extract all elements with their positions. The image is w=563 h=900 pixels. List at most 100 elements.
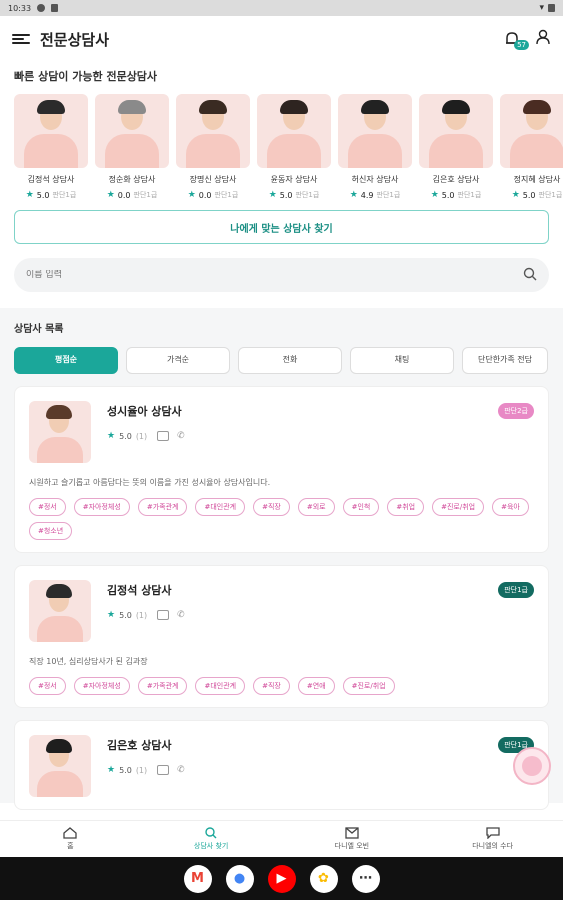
quick-counselor-card[interactable]: 허신자 상담사 ★ 4.9 판단1급 bbox=[338, 94, 412, 208]
counselor-list-title: 상담사 목록 bbox=[14, 324, 64, 335]
system-dock: M ● ▶ ✿ ⋯ bbox=[0, 857, 563, 900]
nav-daniel-talk[interactable]: 다니엘의 수다 bbox=[422, 821, 563, 857]
topic-tag[interactable]: #자아정체성 bbox=[73, 498, 130, 516]
topic-tag[interactable]: #직장 bbox=[253, 498, 290, 516]
topic-tag[interactable]: #대인관계 bbox=[195, 498, 246, 516]
counselor-rating: 0.0 bbox=[198, 190, 212, 200]
counselor-rating: 5.0 bbox=[279, 190, 293, 200]
sort-tab[interactable]: 채팅 bbox=[350, 347, 454, 374]
quick-counselor-card[interactable]: 정지혜 상담사 ★ 5.0 판단1급 bbox=[500, 94, 563, 208]
counselor-meta: ★ 5.0 (1) ✆ bbox=[107, 610, 185, 620]
topic-tag[interactable]: #정서 bbox=[29, 677, 66, 695]
counselor-photo bbox=[14, 94, 88, 168]
counselor-rating: 5.0 bbox=[522, 190, 536, 200]
quick-counselor-card[interactable]: 정순화 상담사 ★ 0.0 판단1급 bbox=[95, 94, 169, 208]
counselor-rating-row: ★ 5.0 판단1급 bbox=[431, 190, 482, 200]
quick-counselor-card[interactable]: 윤동자 상담사 ★ 5.0 판단1급 bbox=[257, 94, 331, 208]
star-icon: ★ bbox=[107, 765, 116, 775]
chat-icon bbox=[485, 827, 500, 839]
mascot-icon bbox=[522, 756, 542, 776]
bottom-nav: 홈 상담사 찾기 다니엘 오빈 다니엘의 수다 bbox=[0, 820, 563, 857]
sort-tab[interactable]: 가격순 bbox=[126, 347, 230, 374]
apps-icon[interactable]: ⋯ bbox=[351, 864, 380, 893]
chatbot-floating-button[interactable] bbox=[513, 747, 551, 785]
counselor-description: 직장 10년, 심리상담사가 된 김과장 bbox=[29, 657, 148, 666]
youtube-icon[interactable]: ▶ bbox=[267, 864, 296, 893]
wifi-icon: ▾ bbox=[539, 3, 544, 13]
topic-tag[interactable]: #직장 bbox=[253, 677, 290, 695]
topic-tag[interactable]: #가족관계 bbox=[137, 498, 188, 516]
gmail-icon[interactable]: M bbox=[183, 864, 212, 893]
quick-counselor-title: 빠른 상담이 가능한 전문상담사 bbox=[14, 70, 158, 83]
topic-tags: #정서 #자아정체성 #가족관계 #대인관계 #직장 #외로 #인척 #취업 #진로/취업 #육아… bbox=[29, 498, 534, 540]
photos-icon[interactable]: ✿ bbox=[309, 864, 338, 893]
counselor-name: 김은호 상담사 bbox=[107, 739, 172, 752]
quick-counselor-card[interactable]: 김정석 상담사 ★ 5.0 판단1급 bbox=[14, 94, 88, 208]
counselor-grade: 판단1급 bbox=[295, 191, 320, 199]
star-icon: ★ bbox=[25, 190, 34, 200]
nav-talk-label: 다니엘의 수다 bbox=[472, 842, 514, 850]
nav-find-label: 상담사 찾기 bbox=[193, 842, 229, 850]
phone-icon: ✆ bbox=[177, 765, 185, 775]
sort-tab[interactable]: 전화 bbox=[238, 347, 342, 374]
topic-tag[interactable]: #대인관계 bbox=[195, 677, 246, 695]
find-counselor-button[interactable]: 나에게 맞는 상담사 찾기 bbox=[14, 210, 549, 244]
counselor-name: 윤동자 상담사 bbox=[270, 175, 318, 184]
topic-tag[interactable]: #가족관계 bbox=[137, 677, 188, 695]
counselor-photo bbox=[500, 94, 563, 168]
search-icon[interactable] bbox=[523, 266, 537, 285]
quick-counselor-card[interactable]: 김은호 상담사 ★ 5.0 판단1급 bbox=[419, 94, 493, 208]
nav-find-counselor[interactable]: 상담사 찾기 bbox=[141, 821, 282, 857]
topic-tag[interactable]: #연애 bbox=[297, 677, 335, 695]
counselor-name: 정순화 상담사 bbox=[108, 175, 156, 184]
menu-icon[interactable] bbox=[12, 32, 30, 46]
star-icon: ★ bbox=[511, 190, 520, 200]
app-bar: 전문상담사 57 bbox=[0, 16, 563, 62]
chrome-icon[interactable]: ● bbox=[225, 864, 254, 893]
star-icon: ★ bbox=[107, 610, 116, 620]
profile-icon[interactable] bbox=[535, 29, 551, 49]
counselor-rating-row: ★ 4.9 판단1급 bbox=[350, 190, 401, 200]
topic-tag[interactable]: #정서 bbox=[29, 498, 66, 516]
nav-daniel-letter[interactable]: 다니엘 오빈 bbox=[282, 821, 423, 857]
sort-tab[interactable]: 평점순 bbox=[14, 347, 118, 374]
topic-tag[interactable]: #진로/취업 bbox=[432, 498, 485, 516]
quick-counselor-card[interactable]: 장명신 상담사 ★ 0.0 판단1급 bbox=[176, 94, 250, 208]
counselor-rating: 5.0 bbox=[441, 190, 455, 200]
counselor-rating: 5.0 bbox=[36, 190, 50, 200]
chat-icon bbox=[157, 765, 170, 775]
topic-tag[interactable]: #외로 bbox=[297, 498, 335, 516]
topic-tag[interactable]: #취업 bbox=[387, 498, 425, 516]
counselor-photo bbox=[419, 94, 493, 168]
grade-badge: 판단1급 bbox=[498, 582, 534, 598]
sort-tab[interactable]: 단단한가족 전담 bbox=[462, 347, 548, 374]
topic-tag[interactable]: #청소년 bbox=[29, 522, 73, 540]
counselor-card[interactable]: 성시율아 상담사 ★ 5.0 (1) ✆ 판단2급 시원하고 슬기롭고 아름답다… bbox=[14, 386, 549, 553]
search-nav-icon bbox=[205, 827, 217, 839]
notification-badge: 57 bbox=[514, 40, 529, 50]
sim-icon bbox=[51, 4, 59, 12]
counselor-rating-row: ★ 5.0 판단1급 bbox=[269, 190, 320, 200]
nav-home[interactable]: 홈 bbox=[0, 821, 141, 857]
counselor-rating: 5.0 bbox=[119, 610, 132, 620]
topic-tag[interactable]: #육아 bbox=[492, 498, 529, 516]
nav-letter-label: 다니엘 오빈 bbox=[334, 842, 370, 850]
counselor-photo bbox=[176, 94, 250, 168]
counselor-photo bbox=[338, 94, 412, 168]
topic-tag[interactable]: #진로/취업 bbox=[342, 677, 395, 695]
topic-tag[interactable]: #자아정체성 bbox=[73, 677, 130, 695]
counselor-grade: 판단1급 bbox=[214, 191, 239, 199]
topic-tag[interactable]: #인척 bbox=[342, 498, 380, 516]
search-input[interactable] bbox=[26, 270, 523, 280]
counselor-grade: 판단1급 bbox=[457, 191, 482, 199]
notification-bell-icon[interactable]: 57 bbox=[503, 30, 529, 50]
counselor-rating: 4.9 bbox=[360, 190, 374, 200]
counselor-photo bbox=[95, 94, 169, 168]
grade-badge: 판단2급 bbox=[498, 403, 534, 419]
star-icon: ★ bbox=[349, 190, 358, 200]
counselor-rating: 5.0 bbox=[119, 765, 132, 775]
sort-tabs: 평점순 가격순 전화 채팅 단단한가족 전담 bbox=[0, 347, 563, 374]
counselor-card[interactable]: 김정석 상담사 ★ 5.0 (1) ✆ 판단1급 직장 10년, 심리상담사가 … bbox=[14, 565, 549, 708]
counselor-card[interactable]: 김은호 상담사 ★ 5.0 (1) ✆ 판단1급 bbox=[14, 720, 549, 810]
counselor-name: 김정석 상담사 bbox=[107, 584, 172, 597]
